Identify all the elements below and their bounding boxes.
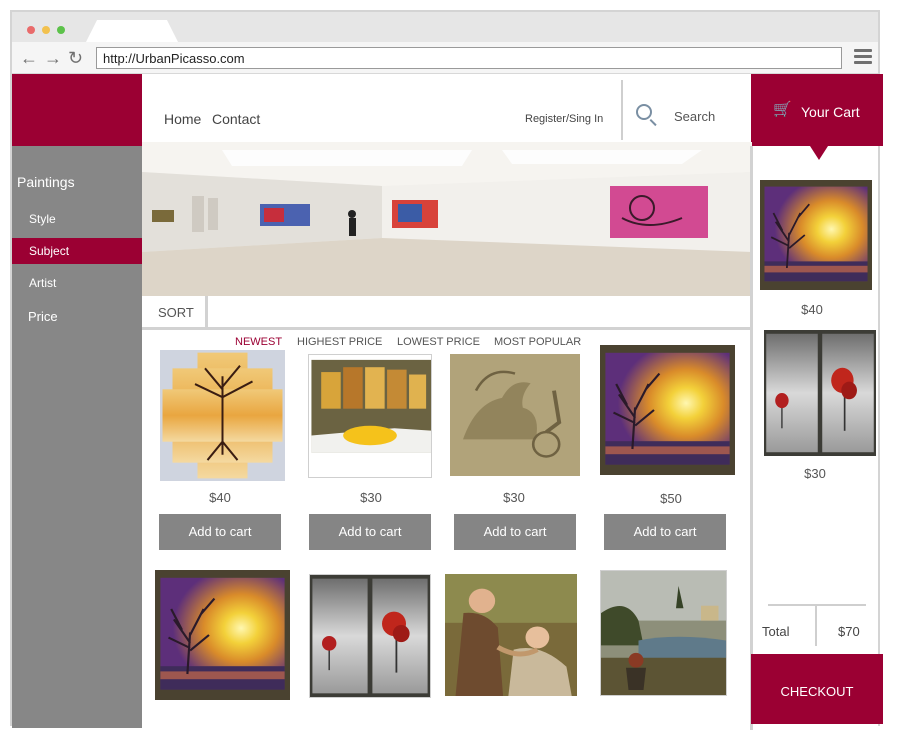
painting-sunset-tree — [155, 570, 290, 700]
sort-option-most-popular[interactable]: MOST POPULAR — [494, 336, 581, 348]
sidebar-heading-paintings[interactable]: Paintings — [17, 174, 147, 190]
site-header: Home Contact Register/Sing In Search — [142, 74, 750, 142]
sidebar-item-price[interactable]: Price — [12, 306, 142, 330]
product-price: $30 — [503, 490, 525, 505]
product-price: $30 — [360, 490, 382, 505]
cart-pointer-arrow — [810, 146, 828, 160]
product-image-golden-tree[interactable] — [160, 350, 285, 481]
total-divider — [768, 604, 866, 606]
category-sidebar: Paintings Style Subject Artist Price — [12, 146, 142, 728]
painting-red-trees — [764, 330, 876, 456]
painting-sunset-tree — [600, 345, 735, 475]
shopping-cart-icon: 🛒 — [773, 101, 792, 118]
sort-option-lowest-price[interactable]: LOWEST PRICE — [397, 336, 480, 348]
address-bar[interactable]: http://UrbanPicasso.com — [96, 47, 842, 69]
painting-red-trees — [310, 575, 430, 697]
search-input[interactable]: Search — [674, 109, 715, 124]
sidebar-item-label: Price — [28, 309, 58, 324]
total-value: $70 — [838, 624, 860, 639]
sidebar-item-label: Subject — [29, 244, 70, 258]
minimize-window-dot[interactable] — [42, 26, 50, 34]
browser-tab[interactable] — [86, 20, 178, 42]
add-to-cart-button[interactable]: Add to cart — [454, 514, 576, 550]
add-to-cart-button[interactable]: Add to cart — [159, 514, 281, 550]
cart-item-price: $40 — [801, 302, 823, 317]
product-image-pegasus-relief[interactable] — [450, 354, 580, 476]
painting-pegasus-relief — [450, 354, 580, 476]
painting-golden-tree — [160, 350, 285, 481]
add-to-cart-button[interactable]: Add to cart — [604, 514, 726, 550]
browser-window: ← → ↻ http://UrbanPicasso.com Home Conta… — [10, 10, 883, 730]
sort-bar: SORT — [142, 296, 750, 330]
painting-room-abstract — [309, 355, 431, 477]
product-image-red-trees[interactable] — [309, 574, 431, 698]
product-image-room-abstract[interactable] — [308, 354, 432, 478]
product-image-river-landscape[interactable] — [600, 570, 727, 696]
sidebar-item-artist[interactable]: Artist — [12, 272, 142, 296]
painting-romantic-couple — [445, 574, 577, 696]
sidebar-item-label: Artist — [29, 276, 57, 290]
cart-divider — [750, 146, 753, 730]
search-icon[interactable] — [636, 104, 652, 120]
hamburger-menu-icon[interactable] — [854, 49, 872, 67]
sidebar-item-label: Style — [29, 212, 56, 226]
sidebar-item-subject[interactable]: Subject — [12, 238, 142, 264]
sidebar-item-style[interactable]: Style — [12, 208, 142, 232]
total-label: Total — [762, 624, 790, 639]
add-to-cart-button[interactable]: Add to cart — [309, 514, 431, 550]
product-price: $50 — [660, 491, 682, 506]
cart-item-image-sunset-tree[interactable] — [760, 180, 872, 290]
cart-title: Your Cart — [801, 104, 860, 120]
product-image-romantic-couple[interactable] — [445, 574, 577, 696]
nav-contact-link[interactable]: Contact — [212, 111, 260, 127]
reload-icon[interactable]: ↻ — [68, 48, 83, 68]
cart-item-price: $30 — [804, 466, 826, 481]
close-window-dot[interactable] — [27, 26, 35, 34]
sort-label: SORT — [158, 305, 194, 320]
checkout-button[interactable]: CHECKOUT — [751, 654, 883, 724]
sort-option-newest[interactable]: NEWEST — [235, 336, 282, 348]
gallery-interior-illustration — [142, 142, 752, 296]
sort-divider — [205, 296, 208, 329]
gallery-hero-image — [142, 142, 752, 296]
back-arrow-icon[interactable]: ← — [20, 48, 38, 68]
maximize-window-dot[interactable] — [57, 26, 65, 34]
logo-block[interactable] — [12, 74, 142, 146]
painting-river-landscape — [601, 571, 726, 695]
painting-sunset-tree — [760, 180, 872, 290]
product-image-sunset-tree[interactable] — [155, 570, 290, 700]
nav-home-link[interactable]: Home — [164, 111, 201, 127]
sort-option-highest-price[interactable]: HIGHEST PRICE — [297, 336, 382, 348]
register-sign-in-link[interactable]: Register/Sing In — [525, 113, 603, 125]
header-divider — [621, 80, 623, 140]
forward-arrow-icon[interactable]: → — [44, 48, 62, 68]
browser-tab-bar — [12, 12, 878, 42]
total-divider — [815, 606, 817, 646]
product-image-sunset-tree[interactable] — [600, 345, 735, 475]
browser-toolbar: ← → ↻ http://UrbanPicasso.com — [12, 42, 878, 74]
product-price: $40 — [209, 490, 231, 505]
cart-item-image-red-trees[interactable] — [764, 330, 876, 456]
cart-header[interactable]: 🛒 Your Cart — [751, 74, 883, 146]
